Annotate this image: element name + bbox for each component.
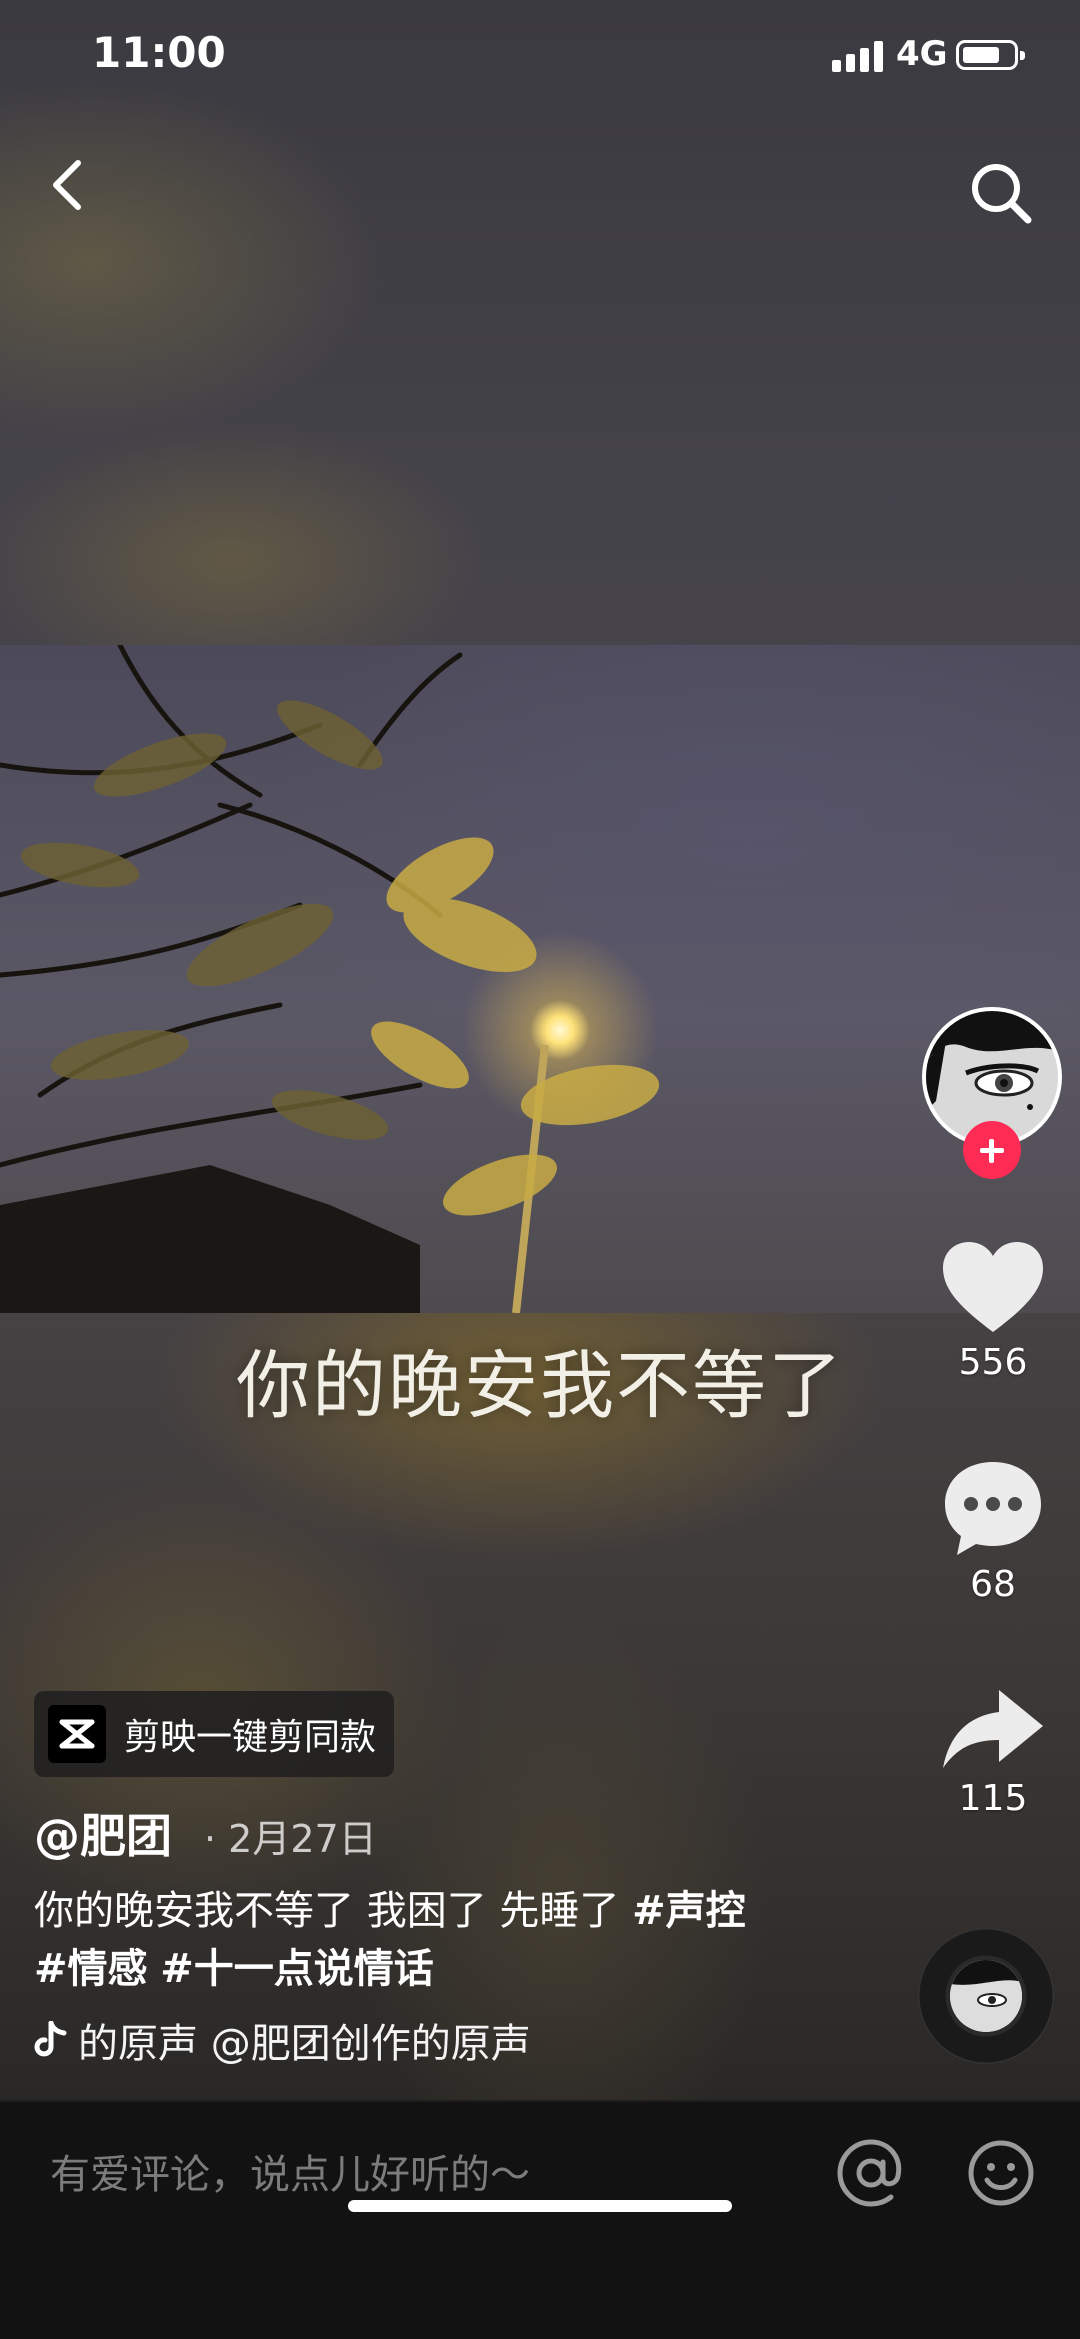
follow-button[interactable] xyxy=(963,1121,1021,1179)
video-frame[interactable] xyxy=(0,645,1080,1313)
emoji-icon[interactable] xyxy=(966,2138,1036,2208)
like-count: 556 xyxy=(958,1342,1028,1383)
post-date: · 2月27日 xyxy=(204,1817,377,1861)
share-icon xyxy=(943,1690,1043,1768)
author-name[interactable]: @肥团 xyxy=(34,1800,172,1866)
music-note-icon xyxy=(34,2021,67,2057)
status-time: 11:00 xyxy=(92,28,226,77)
music-disc-cover xyxy=(950,1960,1022,2032)
home-indicator xyxy=(348,2200,732,2212)
hashtag-link[interactable]: #情感 xyxy=(34,1946,148,1992)
comment-bar: 有爱评论，说点儿好听的～ xyxy=(0,2100,1080,2339)
status-bar: 11:00 4G xyxy=(0,0,1080,110)
search-icon[interactable] xyxy=(966,158,1036,228)
description-text: 你的晚安我不等了 我困了 先睡了 xyxy=(34,1888,633,1934)
video-screen: 11:00 4G 你的晚安我不等了 556 68 115 剪映一键剪同款 @肥团… xyxy=(0,0,1080,2339)
share-button[interactable]: 115 xyxy=(935,1686,1051,1819)
like-button[interactable]: 556 xyxy=(935,1240,1051,1383)
battery-icon xyxy=(956,40,1025,70)
hashtag-link[interactable]: #十一点说情话 xyxy=(160,1946,434,1992)
post-description: 你的晚安我不等了 我困了 先睡了 #声控 #情感 #十一点说情话 xyxy=(34,1882,854,1998)
network-type: 4G xyxy=(896,34,948,74)
back-icon[interactable] xyxy=(40,155,100,215)
signal-icon xyxy=(832,40,884,72)
comment-count: 68 xyxy=(970,1564,1016,1605)
music-disc[interactable] xyxy=(918,1928,1054,2064)
share-count: 115 xyxy=(958,1778,1028,1819)
video-caption: 你的晚安我不等了 xyxy=(236,1343,844,1429)
capcut-template-button[interactable]: 剪映一键剪同款 xyxy=(34,1691,395,1777)
at-icon[interactable] xyxy=(836,2138,906,2208)
music-ticker[interactable]: 的原声 @肥团创作的原声 xyxy=(34,2012,614,2068)
capcut-label: 剪映一键剪同款 xyxy=(124,1717,377,1758)
heart-icon xyxy=(943,1242,1043,1332)
hashtag-link[interactable]: #声控 xyxy=(632,1888,746,1934)
comment-input[interactable]: 有爱评论，说点儿好听的～ xyxy=(50,2142,530,2200)
comment-button[interactable]: 68 xyxy=(935,1458,1051,1605)
capcut-icon xyxy=(48,1705,106,1763)
tree-silhouette xyxy=(0,645,660,1313)
comment-icon xyxy=(945,1462,1041,1555)
music-title: 的原声 @肥团创作的原声 xyxy=(78,2021,531,2067)
